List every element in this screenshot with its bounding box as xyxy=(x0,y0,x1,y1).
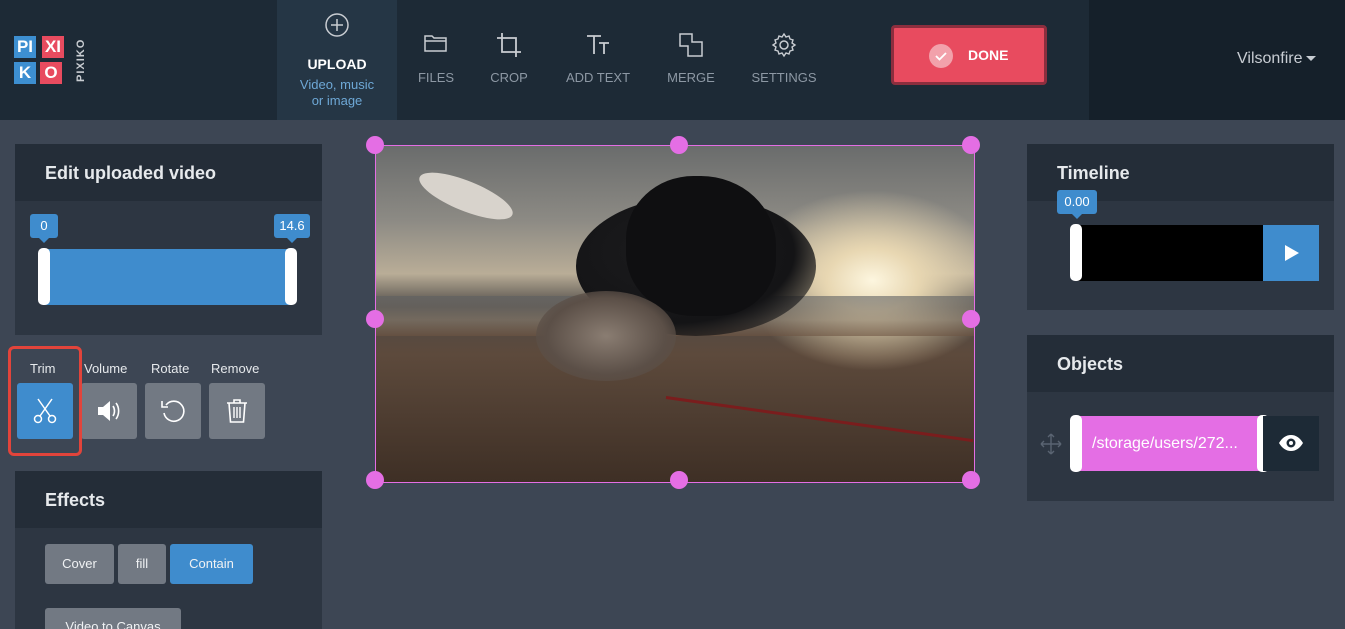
resize-handle-top[interactable] xyxy=(670,136,688,154)
remove-button[interactable] xyxy=(209,383,265,439)
crop-icon xyxy=(496,32,522,61)
resize-handle-bottom[interactable] xyxy=(670,471,688,489)
trim-end-value: 14.6 xyxy=(274,214,310,243)
merge-icon xyxy=(678,32,704,61)
plus-circle-icon xyxy=(324,12,350,41)
object-start-handle[interactable] xyxy=(1070,415,1082,472)
video-preview[interactable] xyxy=(375,145,975,483)
nav-upload-sub-line: Video, music xyxy=(299,77,375,92)
nav-files-label: FILES xyxy=(417,70,455,85)
trash-icon xyxy=(227,399,247,423)
video-frame-tail xyxy=(414,163,518,229)
folder-icon xyxy=(423,32,449,57)
object-clip[interactable]: /storage/users/272... xyxy=(1075,416,1263,471)
pixiko-logo[interactable]: PI XI K O PIXIKO xyxy=(14,36,88,86)
rotate-label: Rotate xyxy=(151,361,190,376)
video-frame-leash xyxy=(665,396,974,443)
trim-range-track[interactable] xyxy=(44,249,291,305)
remove-label: Remove xyxy=(211,361,260,376)
effect-cover-button[interactable]: Cover xyxy=(45,544,114,584)
volume-icon xyxy=(98,401,120,421)
nav-merge[interactable]: MERGE xyxy=(662,0,720,120)
resize-handle-top-right[interactable] xyxy=(962,136,980,154)
logo-tile: O xyxy=(40,62,62,84)
resize-handle-bottom-left[interactable] xyxy=(366,471,384,489)
nav-upload-label: UPLOAD xyxy=(307,56,367,72)
panel-title: Objects xyxy=(1027,335,1334,392)
rotate-button[interactable] xyxy=(145,383,201,439)
logo-tile: PI xyxy=(14,36,36,58)
effect-contain-button[interactable]: Contain xyxy=(170,544,253,584)
nav-files[interactable]: FILES xyxy=(410,0,462,120)
trim-highlight xyxy=(8,346,82,456)
trim-start-value: 0 xyxy=(30,214,58,243)
rotate-icon xyxy=(161,400,185,422)
video-frame-dog-chest xyxy=(536,291,676,381)
panel-title: Edit uploaded video xyxy=(15,144,322,201)
logo-vertical-text: PIXIKO xyxy=(75,38,87,82)
nav-add-text-label: ADD TEXT xyxy=(565,70,631,85)
nav-add-text[interactable]: ADD TEXT xyxy=(559,0,637,120)
nav-crop[interactable]: CROP xyxy=(484,0,534,120)
resize-handle-bottom-right[interactable] xyxy=(962,471,980,489)
timeline-time-value: 0.00 xyxy=(1057,190,1097,219)
video-frame-dog-head xyxy=(626,176,776,316)
nav-upload-sub-line: or image xyxy=(311,93,363,108)
timeline-track[interactable] xyxy=(1075,225,1263,281)
edit-video-panel: Edit uploaded video xyxy=(15,144,322,335)
drag-move-icon[interactable] xyxy=(1040,433,1062,460)
play-icon xyxy=(1285,245,1299,261)
volume-button[interactable] xyxy=(81,383,137,439)
nav-settings[interactable]: SETTINGS xyxy=(748,0,820,120)
volume-label: Volume xyxy=(84,361,128,376)
user-menu[interactable]: Vilsonfire xyxy=(1237,50,1316,68)
resize-handle-right[interactable] xyxy=(962,310,980,328)
resize-handle-top-left[interactable] xyxy=(366,136,384,154)
text-icon xyxy=(585,32,611,61)
user-name: Vilsonfire xyxy=(1237,50,1303,67)
panel-title: Effects xyxy=(15,471,322,528)
nav-settings-label: SETTINGS xyxy=(751,70,817,85)
visibility-toggle[interactable] xyxy=(1263,416,1319,471)
logo-tile: XI xyxy=(42,36,64,58)
play-button[interactable] xyxy=(1263,225,1319,281)
done-button-label: DONE xyxy=(968,47,1009,63)
trim-end-handle[interactable] xyxy=(285,248,297,305)
nav-merge-label: MERGE xyxy=(667,70,715,85)
nav-upload[interactable]: UPLOAD Video, music or image xyxy=(277,0,397,120)
effect-video-to-canvas-button[interactable]: Video to Canvas xyxy=(45,608,181,629)
logo-tile: K xyxy=(14,62,36,84)
resize-handle-left[interactable] xyxy=(366,310,384,328)
timeline-playhead[interactable] xyxy=(1070,224,1082,281)
nav-upload-sub: Video, music or image xyxy=(277,77,397,109)
eye-icon xyxy=(1279,435,1303,451)
gear-icon xyxy=(771,32,797,61)
done-button[interactable]: DONE xyxy=(891,25,1047,85)
trim-start-handle[interactable] xyxy=(38,248,50,305)
caret-down-icon xyxy=(1305,56,1316,62)
effect-fill-button[interactable]: fill xyxy=(118,544,166,584)
nav-crop-label: CROP xyxy=(490,70,528,85)
check-icon xyxy=(929,44,953,68)
